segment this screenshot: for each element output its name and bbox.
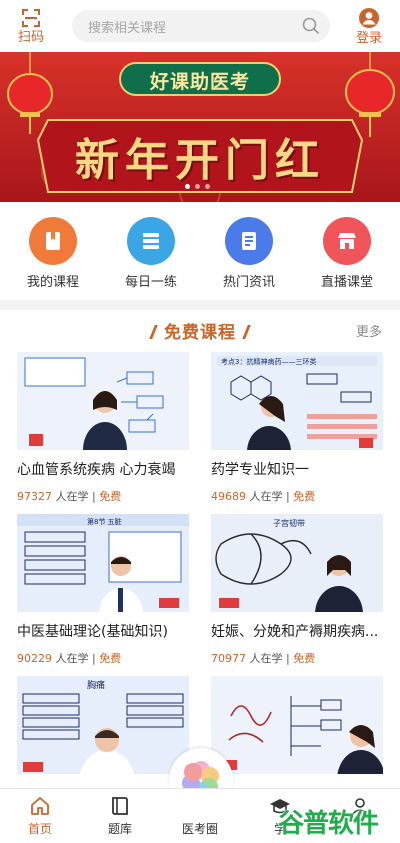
- tab-question-bank[interactable]: 题库: [80, 789, 160, 843]
- learner-suffix: 人在学: [249, 490, 283, 503]
- books-stack-icon: [127, 217, 175, 265]
- course-title[interactable]: 药学专业知识一: [211, 459, 385, 479]
- course-meta: 97327 人在学 | 免费: [17, 490, 122, 503]
- course-title[interactable]: 心血管系统疾病 心力衰竭: [17, 459, 191, 479]
- news-document-icon: [225, 217, 273, 265]
- promo-banner[interactable]: 好课助医考 新年开门红: [0, 52, 400, 202]
- course-meta: 90229 人在学 | 免费: [17, 652, 122, 665]
- section-header: 免费课程 更多: [0, 310, 400, 348]
- course-title[interactable]: 妊娠、分娩和产褥期疾病...: [211, 621, 385, 641]
- price-badge: 免费: [293, 652, 316, 665]
- price-badge: 免费: [99, 490, 122, 503]
- home-icon: [31, 797, 49, 815]
- tab-label: 题库: [107, 822, 132, 836]
- course-title[interactable]: 中医基础理论(基础知识): [17, 621, 191, 641]
- learner-count: 70977: [211, 652, 246, 665]
- learner-suffix: 人在学: [55, 490, 89, 503]
- course-thumbnail[interactable]: [211, 676, 383, 774]
- learner-suffix: 人在学: [55, 652, 89, 665]
- quick-nav-daily-practice[interactable]: 每日一练: [105, 202, 197, 300]
- thumb-caption: 第8节 五脏: [87, 517, 122, 526]
- section-title: 免费课程: [0, 318, 400, 343]
- learner-count: 90229: [17, 652, 52, 665]
- tab-exam-circle[interactable]: 医考圈: [160, 789, 240, 843]
- login-button[interactable]: 登录: [338, 0, 400, 52]
- search-icon[interactable]: [302, 17, 320, 35]
- banner-pagination: [185, 184, 210, 189]
- quick-nav: 我的课程 每日一练 热门资讯 直播课堂: [0, 202, 400, 300]
- pagination-dot[interactable]: [205, 184, 210, 189]
- free-courses-section: 免费课程 更多 心血管系统疾病 心力衰竭 97327 人在学 | 免费 考点3：…: [0, 310, 400, 788]
- quick-nav-label: 直播课堂: [320, 275, 373, 290]
- learner-suffix: 人在学: [249, 652, 283, 665]
- course-thumbnail[interactable]: 胸痛: [17, 676, 189, 774]
- pagination-dot[interactable]: [195, 184, 200, 189]
- bookmark-book-icon: [29, 217, 77, 265]
- thumb-caption: 考点3：抗精神病药——三环类: [221, 357, 316, 366]
- pagination-dot[interactable]: [185, 184, 190, 189]
- price-badge: 免费: [99, 652, 122, 665]
- course-card[interactable]: 第8节 五脏 中医基础理论(基础知识) 90229 人在学 | 免费: [17, 514, 189, 666]
- site-watermark: 谷普软件园: [278, 809, 379, 839]
- course-thumbnail[interactable]: 第8节 五脏: [17, 514, 189, 612]
- learner-count: 49689: [211, 490, 246, 503]
- price-badge: 免费: [293, 490, 316, 503]
- course-card[interactable]: 子宫韧带 妊娠、分娩和产褥期疾病... 70977 人在学 | 免费: [211, 514, 383, 666]
- scan-label: 扫码: [17, 29, 44, 45]
- banner-headline: 新年开门红: [75, 135, 325, 186]
- login-label: 登录: [355, 30, 382, 46]
- thumb-caption: 胸痛: [87, 679, 105, 691]
- course-card[interactable]: 考点3：抗精神病药——三环类 药学专业知识一 49689 人在学 | 免费: [211, 352, 383, 504]
- quick-nav-live-class[interactable]: 直播课堂: [301, 202, 393, 300]
- search-bar[interactable]: 搜索相关课程: [72, 10, 330, 42]
- course-card[interactable]: 胸痛: [17, 676, 189, 774]
- scan-icon: [22, 8, 40, 27]
- course-meta: 70977 人在学 | 免费: [211, 652, 316, 665]
- tab-label: 医考圈: [181, 822, 218, 836]
- tab-label: 首页: [27, 822, 52, 836]
- user-icon: [359, 7, 379, 28]
- course-thumbnail[interactable]: 考点3：抗精神病药——三环类: [211, 352, 383, 450]
- quick-nav-label: 每日一练: [124, 275, 177, 290]
- course-thumbnail[interactable]: 子宫韧带: [211, 514, 383, 612]
- storefront-icon: [323, 217, 371, 265]
- course-card[interactable]: [211, 676, 383, 774]
- quick-nav-label: 我的课程: [26, 275, 79, 290]
- quick-nav-label: 热门资讯: [222, 275, 275, 290]
- course-card[interactable]: 心血管系统疾病 心力衰竭 97327 人在学 | 免费: [17, 352, 189, 504]
- scan-button[interactable]: 扫码: [0, 0, 62, 52]
- more-link[interactable]: 更多: [356, 321, 382, 340]
- quick-nav-my-courses[interactable]: 我的课程: [7, 202, 99, 300]
- course-meta: 49689 人在学 | 免费: [211, 490, 316, 503]
- learner-count: 97327: [17, 490, 52, 503]
- search-input[interactable]: 搜索相关课程: [88, 17, 302, 36]
- top-header: 扫码 搜索相关课程 登录: [0, 0, 400, 52]
- quick-nav-hot-news[interactable]: 热门资讯: [203, 202, 295, 300]
- tab-home[interactable]: 首页: [0, 789, 80, 843]
- course-thumbnail[interactable]: [17, 352, 189, 450]
- banner-badge-text: 好课助医考: [149, 71, 250, 93]
- thumb-caption: 子宫韧带: [273, 518, 305, 528]
- book-icon: [112, 797, 128, 815]
